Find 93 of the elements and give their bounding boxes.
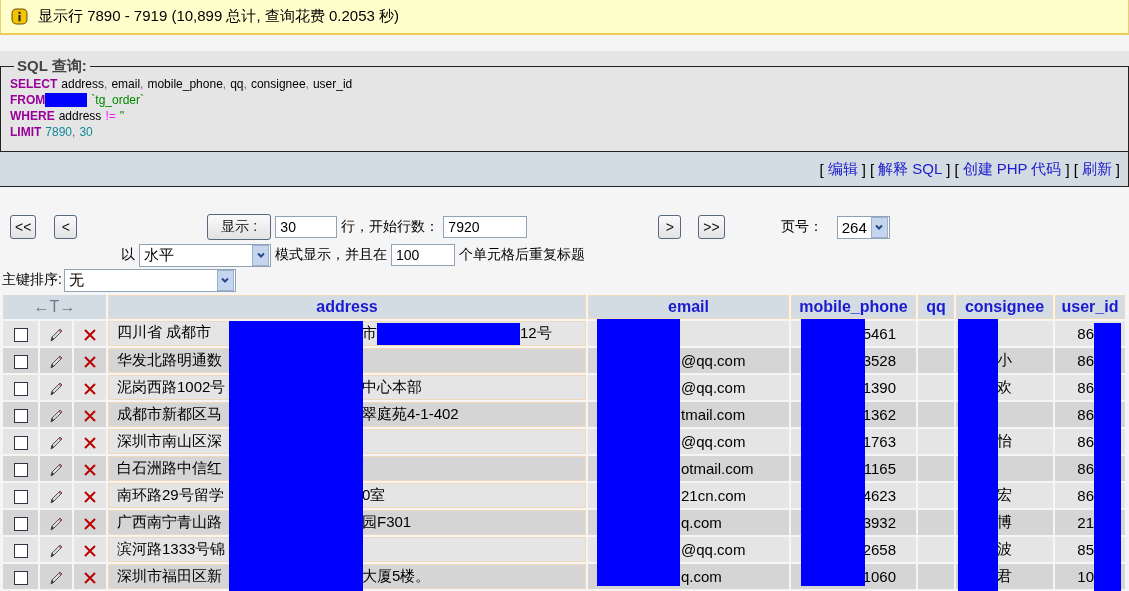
row-checkbox[interactable] xyxy=(13,517,28,531)
bracket-mark: ] xyxy=(861,160,866,178)
pencil-icon[interactable] xyxy=(48,569,64,586)
sql-keyword: WHERE xyxy=(10,109,55,123)
row-checkbox[interactable] xyxy=(13,544,28,558)
delete-icon[interactable] xyxy=(82,542,98,559)
row-checkbox[interactable] xyxy=(13,490,28,504)
previous-page-button[interactable]: < xyxy=(54,215,78,239)
sql-keyword: FROM xyxy=(10,93,46,107)
sql-punctuation: , xyxy=(305,77,309,91)
pencil-icon[interactable] xyxy=(48,326,64,343)
table-cell xyxy=(918,456,954,481)
info-icon xyxy=(11,8,28,25)
row-checkbox[interactable] xyxy=(13,409,28,423)
sql-keyword: SELECT xyxy=(10,77,58,91)
bracket-mark: ] xyxy=(946,160,951,178)
sql-keyword: LIMIT xyxy=(10,125,42,139)
bracket-mark: [ xyxy=(869,160,875,178)
delete-icon[interactable] xyxy=(82,515,98,532)
row-checkbox[interactable] xyxy=(13,463,28,477)
action-link[interactable]: 解释 SQL xyxy=(878,159,943,179)
rows-label: 行，开始行数： xyxy=(341,218,440,236)
delete-icon[interactable] xyxy=(82,434,98,451)
next-page-button[interactable]: > xyxy=(658,215,682,239)
pencil-icon[interactable] xyxy=(48,434,64,451)
mode-prefix: 以 xyxy=(121,246,135,264)
repeat-header-field[interactable]: 100 xyxy=(391,244,455,266)
delete-icon[interactable] xyxy=(82,407,98,424)
sort-select[interactable]: 无 xyxy=(63,268,236,292)
pencil-icon[interactable] xyxy=(48,380,64,397)
delete-icon[interactable] xyxy=(82,461,98,478)
page-label: 页号： xyxy=(780,218,823,236)
delete-icon[interactable] xyxy=(82,488,98,505)
page-select[interactable]: 264 xyxy=(836,215,890,239)
start-row-field[interactable]: 7920 xyxy=(443,216,528,238)
bracket-mark: ] xyxy=(1115,160,1120,178)
mode-label: 模式显示，并且在 xyxy=(275,246,387,264)
sql-number: 30 xyxy=(79,125,93,139)
repeat-label: 个单元格后重复标题 xyxy=(459,246,585,264)
pencil-icon[interactable] xyxy=(48,515,64,532)
column-header[interactable]: user_id xyxy=(1055,295,1125,319)
show-button[interactable]: 显示 : xyxy=(207,214,272,240)
action-link[interactable]: 创建 PHP 代码 xyxy=(962,159,1062,179)
pencil-icon[interactable] xyxy=(48,488,64,505)
notice-text: 显示行 7890 - 7919 (10,899 总计, 查询花费 0.2053 秒) xyxy=(38,7,399,26)
sort-label: 主键排序: xyxy=(2,271,62,289)
sql-identifier: user_id xyxy=(312,77,353,91)
sql-identifier: consignee xyxy=(250,77,306,91)
column-header[interactable]: mobile_phone xyxy=(791,295,916,319)
column-header[interactable]: address xyxy=(108,295,586,319)
sql-identifier: address xyxy=(58,109,102,123)
pencil-icon[interactable] xyxy=(48,407,64,424)
bracket-mark: ] xyxy=(1065,160,1070,178)
row-checkbox[interactable] xyxy=(13,382,28,396)
last-page-button[interactable]: >> xyxy=(698,215,725,239)
row-checkbox[interactable] xyxy=(13,355,28,369)
delete-icon[interactable] xyxy=(82,380,98,397)
sql-punctuation: , xyxy=(140,77,144,91)
row-checkbox[interactable] xyxy=(13,328,28,342)
pencil-icon[interactable] xyxy=(48,353,64,370)
pencil-icon[interactable] xyxy=(48,542,64,559)
sql-punctuation: , xyxy=(222,77,227,91)
pencil-icon[interactable] xyxy=(48,461,64,478)
table-cell xyxy=(918,348,954,373)
sql-legend: SQL 查询: xyxy=(14,57,90,76)
bracket-mark: [ xyxy=(819,160,824,178)
delete-icon[interactable] xyxy=(82,326,98,343)
action-link[interactable]: 编辑 xyxy=(827,159,858,179)
delete-icon[interactable] xyxy=(82,569,98,586)
sql-punctuation: , xyxy=(104,77,108,91)
sql-string: '' xyxy=(119,109,125,123)
sql-identifier: mobile_phone xyxy=(147,77,223,91)
sql-table-name: `tg_order` xyxy=(91,93,144,107)
table-cell xyxy=(918,402,954,427)
column-header[interactable]: consignee xyxy=(956,295,1053,319)
row-checkbox[interactable] xyxy=(13,436,28,450)
rows-field[interactable]: 30 xyxy=(275,216,338,238)
column-header[interactable]: qq xyxy=(918,295,954,319)
table-cell xyxy=(918,564,954,589)
bracket-mark: [ xyxy=(954,160,959,178)
sql-operator: != xyxy=(105,109,116,123)
sql-punctuation: , xyxy=(72,125,76,139)
row-checkbox[interactable] xyxy=(13,571,28,585)
action-link[interactable]: 刷新 xyxy=(1081,159,1112,179)
sql-identifier: qq xyxy=(230,77,244,91)
sql-punctuation: , xyxy=(243,77,247,91)
bracket-mark: [ xyxy=(1073,160,1078,178)
column-header[interactable]: email xyxy=(588,295,789,319)
first-page-button[interactable]: << xyxy=(10,215,37,239)
table-cell xyxy=(918,510,954,535)
delete-icon[interactable] xyxy=(82,353,98,370)
redaction-block xyxy=(45,93,88,107)
display-mode-select[interactable]: 水平 xyxy=(139,243,271,267)
